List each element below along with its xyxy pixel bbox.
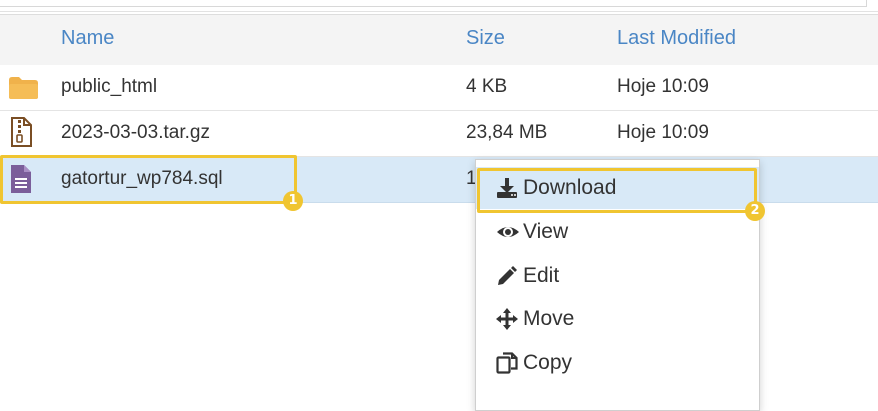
highlight-box-download [477,168,757,213]
file-modified: Hoje 10:09 [617,122,709,143]
menu-item-edit[interactable]: Edit [476,255,759,297]
column-header-last-modified[interactable]: Last Modified [617,27,736,50]
menu-label: Move [523,307,575,330]
table-row[interactable]: 2023-03-03.tar.gz 23,84 MB Hoje 10:09 [0,111,878,157]
table-row[interactable]: public_html 4 KB Hoje 10:09 [0,65,878,111]
menu-item-view[interactable]: View [476,211,759,253]
archive-file-icon [10,117,32,152]
step-badge-2: 2 [745,201,765,221]
highlight-box-file [0,155,297,204]
menu-label: Copy [523,351,573,374]
file-modified: Hoje 10:09 [617,76,709,97]
top-toolbar-edge [0,0,878,12]
menu-item-move[interactable]: Move [476,298,759,340]
menu-item-copy[interactable]: Copy [476,342,759,384]
file-name[interactable]: public_html [61,76,157,98]
table-header: Name Size Last Modified [0,14,878,66]
menu-label: Edit [523,264,560,287]
menu-label: View [523,220,569,243]
file-size: 23,84 MB [466,122,548,143]
column-header-size[interactable]: Size [466,27,505,50]
column-header-name[interactable]: Name [61,27,114,50]
toolbar-box [0,0,867,7]
eye-icon [496,221,520,248]
pencil-icon [496,265,518,292]
move-arrows-icon [496,308,518,335]
folder-icon [8,76,39,105]
file-name[interactable]: 2023-03-03.tar.gz [61,122,210,144]
copy-icon [496,352,518,379]
file-size: 4 KB [466,76,508,97]
step-badge-1: 1 [283,191,303,211]
